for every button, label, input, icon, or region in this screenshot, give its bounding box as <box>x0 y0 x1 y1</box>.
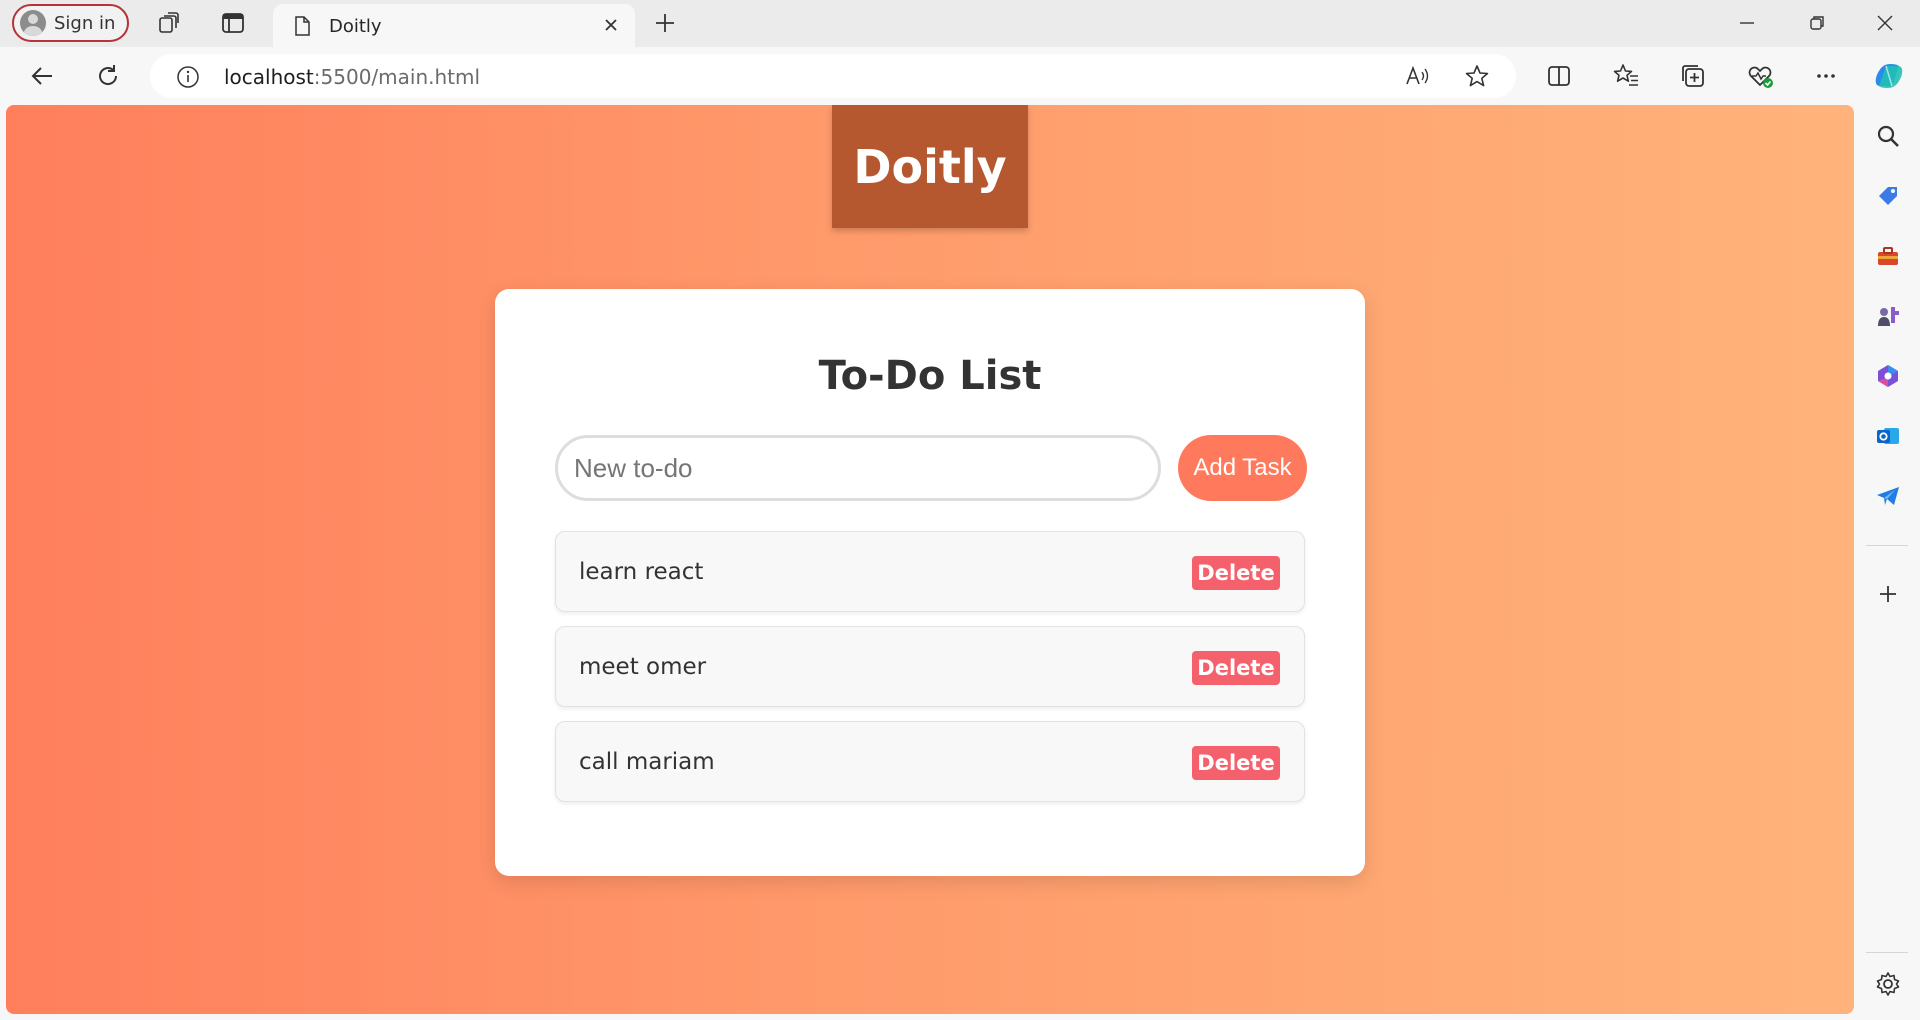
delete-button[interactable]: Delete <box>1192 746 1280 780</box>
todo-item: call mariam Delete <box>555 721 1305 802</box>
tools-icon[interactable] <box>1875 243 1901 269</box>
url-host: localhost <box>224 65 314 89</box>
page-viewport: Doitly To-Do List Add Task learn react D… <box>6 105 1854 1014</box>
copilot-icon[interactable] <box>1872 59 1906 93</box>
add-icon[interactable] <box>1875 581 1901 607</box>
todo-item: learn react Delete <box>555 531 1305 612</box>
restore-icon[interactable] <box>1806 12 1828 34</box>
shopping-icon[interactable] <box>1875 183 1901 209</box>
todo-item: meet omer Delete <box>555 626 1305 707</box>
site-info-icon[interactable] <box>176 65 200 89</box>
todo-card: To-Do List Add Task learn react Delete m… <box>495 289 1365 876</box>
favorite-star-icon[interactable] <box>1464 63 1490 89</box>
close-window-icon[interactable] <box>1874 12 1896 34</box>
telegram-icon[interactable] <box>1875 483 1901 509</box>
toolbar: localhost:5500/main.html <box>0 47 1920 105</box>
read-aloud-icon[interactable] <box>1404 63 1430 89</box>
url-text[interactable]: localhost:5500/main.html <box>224 65 480 89</box>
delete-button[interactable]: Delete <box>1192 651 1280 685</box>
tab-strip: Sign in Doitly <box>0 0 1920 47</box>
page-title: To-Do List <box>818 353 1042 399</box>
tab-doitly[interactable]: Doitly <box>273 4 635 47</box>
browser-essentials-icon[interactable] <box>1746 62 1774 90</box>
address-bar[interactable]: localhost:5500/main.html <box>150 54 1516 98</box>
new-tab-icon[interactable] <box>652 10 678 36</box>
edge-sidebar <box>1854 105 1920 1020</box>
workspaces-icon[interactable] <box>156 10 182 36</box>
sign-in-label: Sign in <box>54 12 116 34</box>
sidebar-divider <box>1866 545 1908 546</box>
vertical-tabs-icon[interactable] <box>220 10 246 36</box>
sidebar-divider <box>1866 952 1908 953</box>
todo-text: meet omer <box>579 654 707 680</box>
sign-in-button[interactable]: Sign in <box>12 4 129 42</box>
back-icon[interactable] <box>28 62 56 90</box>
games-icon[interactable] <box>1875 303 1901 329</box>
brand-logo: Doitly <box>832 105 1028 228</box>
close-tab-icon[interactable] <box>601 15 621 35</box>
search-icon[interactable] <box>1875 123 1901 149</box>
split-screen-icon[interactable] <box>1545 62 1573 90</box>
minimize-icon[interactable] <box>1736 12 1758 34</box>
profile-avatar-icon <box>20 10 46 36</box>
tab-title: Doitly <box>329 16 382 37</box>
collections-icon[interactable] <box>1679 62 1707 90</box>
todo-text: call mariam <box>579 749 715 775</box>
delete-button[interactable]: Delete <box>1192 556 1280 590</box>
outlook-icon[interactable] <box>1875 423 1901 449</box>
microsoft365-icon[interactable] <box>1875 363 1901 389</box>
more-icon[interactable] <box>1812 62 1840 90</box>
add-task-button[interactable]: Add Task <box>1178 435 1307 501</box>
todo-text: learn react <box>579 559 704 585</box>
url-path: :5500/main.html <box>313 65 481 89</box>
favorites-icon[interactable] <box>1612 62 1640 90</box>
refresh-icon[interactable] <box>94 62 122 90</box>
new-todo-input[interactable] <box>555 435 1161 501</box>
page-icon <box>295 16 310 36</box>
todo-list: learn react Delete meet omer Delete call… <box>555 531 1305 816</box>
settings-icon[interactable] <box>1875 971 1901 997</box>
